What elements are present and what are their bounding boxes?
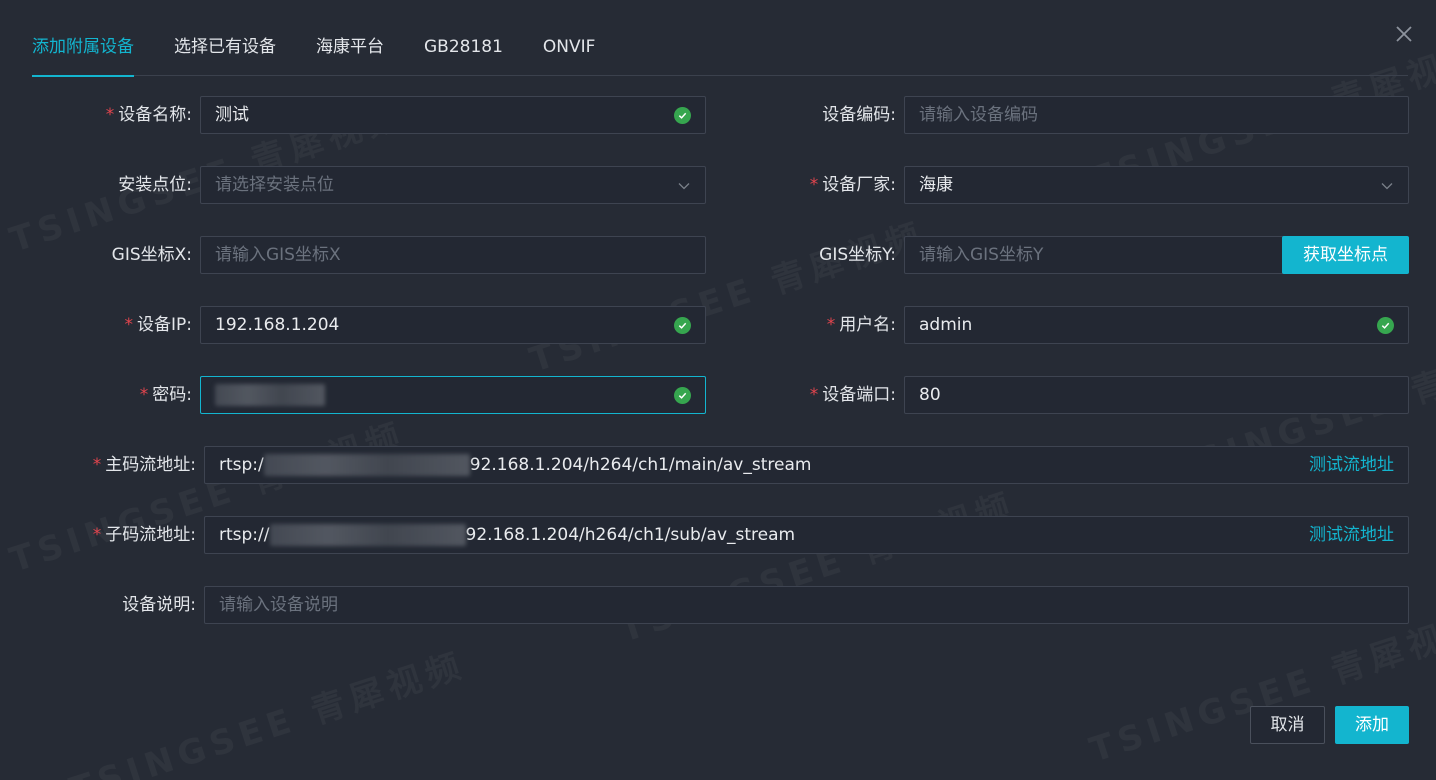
chevron-down-icon <box>1381 183 1393 190</box>
redacted-password <box>215 384 325 406</box>
device-port-input[interactable]: 80 <box>904 376 1409 414</box>
device-name-label: * 设备名称: <box>105 105 192 125</box>
gis-x-label: GIS坐标X: <box>111 245 192 265</box>
valid-check-icon <box>674 317 691 334</box>
manufacturer-select[interactable]: 海康 <box>904 166 1409 204</box>
redacted-credentials <box>263 454 470 476</box>
tab-bar: 添加附属设备 选择已有设备 海康平台 GB28181 ONVIF <box>32 28 1408 77</box>
device-code-input[interactable] <box>904 96 1409 134</box>
tab-select-existing-device[interactable]: 选择已有设备 <box>174 28 276 76</box>
sub-stream-label: * 子码流地址: <box>92 525 196 545</box>
password-input[interactable] <box>200 376 706 414</box>
tab-hikvision-platform[interactable]: 海康平台 <box>316 28 384 76</box>
main-stream-input[interactable]: rtsp:/92.168.1.204/h264/ch1/main/av_stre… <box>204 446 1409 484</box>
device-ip-label: * 设备IP: <box>124 315 193 335</box>
device-name-input[interactable]: 测试 <box>200 96 706 134</box>
password-label: * 密码: <box>139 385 192 405</box>
install-point-select[interactable]: 请选择安装点位 <box>200 166 706 204</box>
watermark: TSINGSEE 青犀视频 <box>63 637 471 780</box>
test-sub-stream-link[interactable]: 测试流地址 <box>1309 517 1394 553</box>
test-main-stream-link[interactable]: 测试流地址 <box>1309 447 1394 483</box>
tab-onvif[interactable]: ONVIF <box>543 28 596 76</box>
tab-gb28181[interactable]: GB28181 <box>424 28 503 76</box>
username-label: * 用户名: <box>826 315 896 335</box>
watermark: TSINGSEE 青犀视频 <box>3 407 411 581</box>
cancel-button[interactable]: 取消 <box>1250 706 1325 744</box>
watermark: TSINGSEE 青犀视频 <box>613 477 1021 651</box>
device-ip-input[interactable]: 192.168.1.204 <box>200 306 706 344</box>
device-port-label: * 设备端口: <box>809 385 896 405</box>
watermark: TSINGSEE 青犀视频 <box>523 207 931 381</box>
sub-stream-input[interactable]: rtsp://92.168.1.204/h264/ch1/sub/av_stre… <box>204 516 1409 554</box>
username-input[interactable]: admin <box>904 306 1409 344</box>
description-label: 设备说明: <box>122 595 196 615</box>
valid-check-icon <box>674 107 691 124</box>
main-stream-label: * 主码流地址: <box>92 455 196 475</box>
gis-x-input[interactable] <box>200 236 706 274</box>
valid-check-icon <box>1377 317 1394 334</box>
valid-check-icon <box>674 387 691 404</box>
manufacturer-label: * 设备厂家: <box>809 175 896 195</box>
chevron-down-icon <box>678 183 690 190</box>
redacted-credentials <box>269 524 466 546</box>
tab-add-attached-device[interactable]: 添加附属设备 <box>32 28 134 77</box>
add-button[interactable]: 添加 <box>1335 706 1409 744</box>
add-device-dialog: TSINGSEE 青犀视频 TSINGSEE 青犀视频 TSINGSEE 青犀视… <box>0 0 1436 780</box>
gis-y-label: GIS坐标Y: <box>819 245 896 265</box>
gis-y-input[interactable] <box>904 236 1284 274</box>
install-point-label: 安装点位: <box>118 175 192 195</box>
description-input[interactable] <box>204 586 1409 624</box>
device-code-label: 设备编码: <box>822 105 896 125</box>
get-coordinates-button[interactable]: 获取坐标点 <box>1282 236 1409 274</box>
